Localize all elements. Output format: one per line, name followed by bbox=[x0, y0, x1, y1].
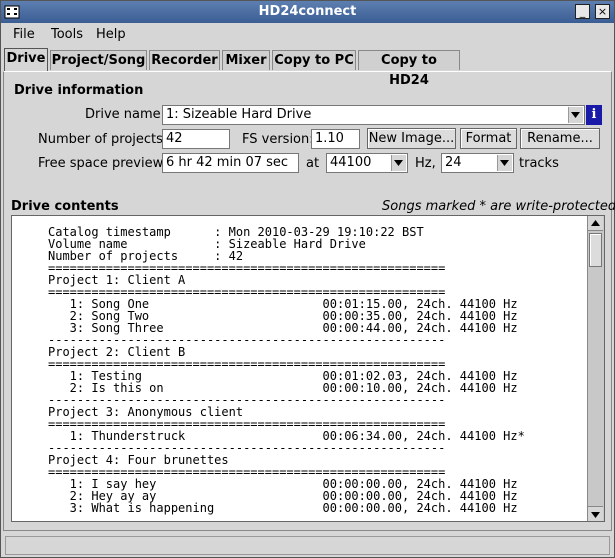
free-space-label: Free space preview: bbox=[38, 156, 167, 171]
vertical-scrollbar[interactable] bbox=[587, 216, 604, 521]
close-button[interactable]: × bbox=[595, 4, 610, 19]
tab-copy-to-pc[interactable]: Copy to PC bbox=[272, 50, 356, 70]
format-button[interactable]: Format bbox=[460, 128, 517, 149]
num-projects-field[interactable]: 42 bbox=[162, 129, 230, 149]
app-window: HD24connect _ × File Tools Help Drive Pr… bbox=[0, 0, 615, 558]
tab-bar: Drive Project/Song Recorder Mixer Copy t… bbox=[2, 48, 613, 88]
drive-name-label: Drive name: bbox=[85, 107, 166, 122]
chevron-down-icon[interactable] bbox=[497, 155, 512, 171]
drive-name-select[interactable]: 1: Sizeable Hard Drive bbox=[162, 105, 585, 125]
tab-drive[interactable]: Drive bbox=[4, 48, 48, 71]
tab-recorder[interactable]: Recorder bbox=[149, 50, 220, 70]
chevron-down-icon[interactable] bbox=[391, 155, 406, 171]
hz-label: Hz, bbox=[415, 156, 436, 171]
menu-bar: File Tools Help bbox=[2, 23, 613, 46]
sample-rate-value: 44100 bbox=[330, 155, 372, 170]
fs-version-label: FS version: bbox=[242, 132, 314, 147]
catalog-text: Catalog timestamp : Mon 2010-03-29 19:10… bbox=[48, 225, 525, 515]
num-projects-label: Number of projects: bbox=[38, 132, 168, 147]
tab-copy-to-hd24[interactable]: Copy to HD24 bbox=[358, 50, 460, 88]
status-bar bbox=[5, 536, 610, 555]
at-label: at bbox=[306, 156, 320, 171]
write-protect-note: Songs marked * are write-protected. bbox=[382, 199, 615, 214]
drive-contents-heading: Drive contents bbox=[11, 199, 119, 214]
menu-help[interactable]: Help bbox=[96, 27, 126, 42]
drive-contents-view[interactable]: Catalog timestamp : Mon 2010-03-29 19:10… bbox=[11, 215, 605, 522]
drive-information-heading: Drive information bbox=[14, 83, 144, 98]
window-title: HD24connect bbox=[258, 4, 357, 19]
tab-project-song[interactable]: Project/Song bbox=[50, 50, 147, 70]
scroll-up-icon[interactable] bbox=[588, 216, 603, 231]
tracks-value: 24 bbox=[445, 155, 462, 170]
minimize-button[interactable]: _ bbox=[575, 4, 590, 19]
scroll-thumb[interactable] bbox=[589, 233, 602, 267]
free-space-field[interactable]: 6 hr 42 min 07 sec bbox=[162, 153, 299, 173]
info-icon[interactable]: i bbox=[586, 105, 602, 125]
title-bar[interactable]: HD24connect _ × bbox=[1, 1, 614, 23]
tracks-select[interactable]: 24 bbox=[441, 153, 514, 173]
tab-mixer[interactable]: Mixer bbox=[222, 50, 270, 70]
new-image-button[interactable]: New Image... bbox=[367, 128, 456, 149]
rename-button[interactable]: Rename... bbox=[520, 128, 600, 149]
menu-file[interactable]: File bbox=[13, 27, 35, 42]
tracks-label: tracks bbox=[519, 156, 559, 171]
menu-tools[interactable]: Tools bbox=[51, 27, 83, 42]
scroll-down-icon[interactable] bbox=[588, 506, 603, 521]
sample-rate-select[interactable]: 44100 bbox=[326, 153, 408, 173]
chevron-down-icon[interactable] bbox=[568, 107, 583, 123]
drive-name-value: 1: Sizeable Hard Drive bbox=[166, 107, 312, 122]
fs-version-field[interactable]: 1.10 bbox=[311, 129, 360, 149]
